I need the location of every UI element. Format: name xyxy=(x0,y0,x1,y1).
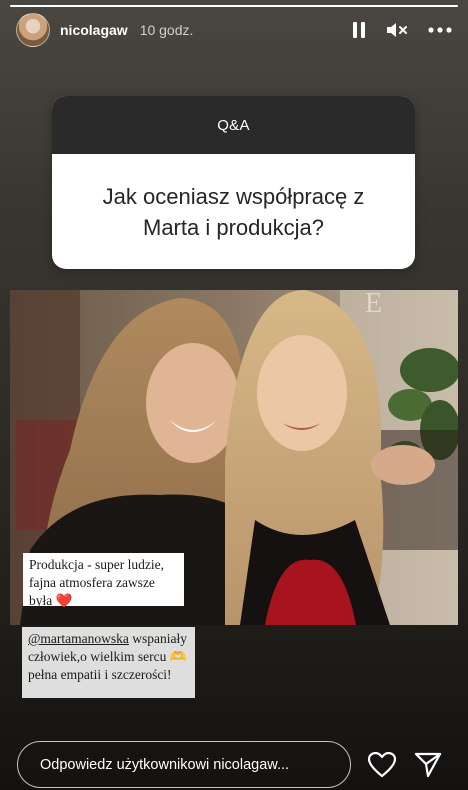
story-viewer: nicolagaw 10 godz. Q&A Jak oceniasz wspó… xyxy=(0,0,468,790)
avatar[interactable] xyxy=(16,13,50,47)
header-controls xyxy=(352,21,452,39)
caption-sticker-1: Produkcja - super ludzie, fajna atmosfer… xyxy=(23,553,184,608)
send-icon[interactable] xyxy=(413,750,443,780)
story-progress-fill xyxy=(10,5,458,7)
pause-icon[interactable] xyxy=(352,21,366,39)
post-time: 10 godz. xyxy=(139,22,194,38)
username[interactable]: nicolagaw xyxy=(60,22,128,38)
qa-question-text: Jak oceniasz współpracę z Marta i produk… xyxy=(102,183,365,240)
svg-text:E: E xyxy=(365,290,382,319)
more-icon[interactable] xyxy=(428,27,452,33)
story-header: nicolagaw 10 godz. xyxy=(16,12,452,48)
story-progress-bar xyxy=(10,5,458,7)
caption-sticker-2: @martamanowska wspaniały człowiek,o wiel… xyxy=(22,627,195,698)
volume-off-icon[interactable] xyxy=(386,21,408,39)
heart-icon[interactable] xyxy=(367,750,397,780)
qa-sticker: Q&A Jak oceniasz współpracę z Marta i pr… xyxy=(52,96,415,269)
reply-input[interactable]: Odpowiedz użytkownikowi nicolagaw... xyxy=(17,741,351,788)
mention-link[interactable]: @martamanowska xyxy=(28,631,129,646)
qa-sticker-header: Q&A xyxy=(52,96,415,154)
